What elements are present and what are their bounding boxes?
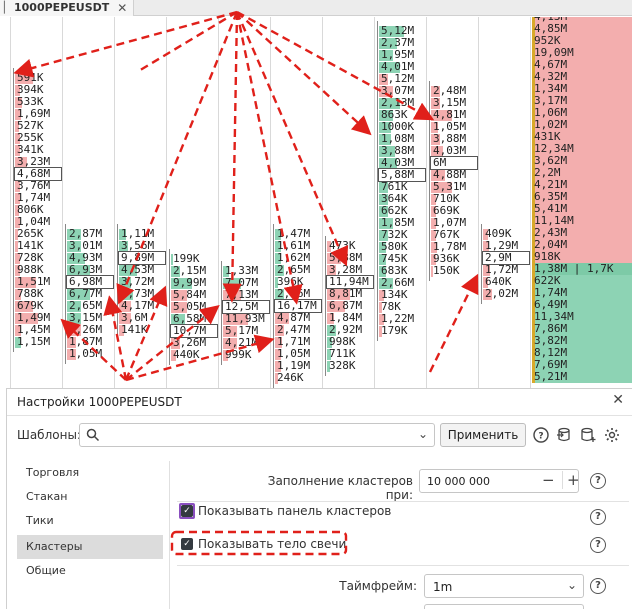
tab-lead-icon: ▏: [4, 1, 13, 14]
show-panel-label: Показывать панель кластеров: [198, 504, 392, 518]
cluster-cell: 1,15M: [15, 336, 61, 348]
column-divider: [530, 17, 531, 388]
settings-sidebar: Торговля Стакан Тики Кластеры Общие: [17, 461, 163, 609]
sidebar-item-orderbook[interactable]: Стакан: [17, 485, 163, 509]
section-divider: [177, 565, 629, 566]
candle-wick: [13, 68, 14, 352]
tab-1000pepeusdt[interactable]: ▏ 1000PEPEUSDT ✕: [0, 0, 135, 16]
cluster-chart[interactable]: 591K 394K 533K 1,69M 527K 255K 341K 3,23M 4,68M 3…: [0, 17, 632, 388]
column-divider: [10, 17, 11, 388]
app-root: ▏ 1000PEPEUSDT ✕ 591K 394K 533K 1,69M 527K 25…: [0, 0, 632, 609]
cluster-cell: 1,05M: [67, 348, 113, 360]
cluster-volume-label: 246K: [277, 371, 304, 384]
load-template-icon[interactable]: [555, 426, 573, 444]
candle-wick: [169, 249, 170, 365]
cluster-volume-label: 328K: [329, 359, 356, 372]
show-candle-body-checkbox[interactable]: ✓: [181, 538, 193, 550]
candle-wick: [221, 261, 222, 365]
dialog-title: Настройки 1000PEPEUSDT: [17, 395, 182, 409]
templates-select[interactable]: ⌄: [79, 423, 435, 447]
column-divider: [270, 17, 271, 388]
candle-wick: [377, 21, 378, 341]
column-divider: [114, 17, 115, 388]
sidebar-item-trading[interactable]: Торговля: [17, 461, 163, 485]
candle-wick: [273, 224, 274, 388]
settings-dialog: Настройки 1000PEPEUSDT ✕ Шаблоны: ⌄ Прим…: [6, 388, 632, 609]
tab-title: 1000PEPEUSDT: [14, 1, 110, 14]
cluster-volume-label: 2,02M: [485, 287, 519, 300]
show-panel-checkbox[interactable]: ✓: [181, 505, 193, 517]
next-select[interactable]: [424, 604, 584, 609]
cluster-cell: 150K: [431, 265, 477, 277]
column-divider: [62, 17, 63, 388]
candle-wick: [429, 81, 430, 281]
cluster-cell: 2,02M: [483, 288, 529, 300]
column-divider: [478, 17, 479, 388]
templates-label: Шаблоны:: [17, 428, 81, 442]
column-divider: [426, 17, 427, 388]
show-body-help-icon[interactable]: ?: [590, 537, 606, 553]
sidebar-divider: [169, 461, 170, 609]
cluster-cell: 999K: [223, 349, 269, 361]
chevron-down-icon: ⌄: [566, 578, 577, 592]
fill-clusters-input[interactable]: 10 000 000 − +: [419, 469, 580, 493]
apply-button[interactable]: Применить: [440, 423, 526, 447]
cluster-cell: 328K: [327, 360, 373, 372]
search-icon: [86, 428, 100, 442]
dialog-close-icon[interactable]: ✕: [612, 392, 624, 408]
fill-help-icon[interactable]: ?: [590, 473, 606, 489]
column-divider: [374, 17, 375, 388]
timeframe-select[interactable]: 1m ⌄: [424, 574, 584, 598]
fill-clusters-label: Заполнение кластеров при:: [267, 474, 413, 502]
cluster-cell: 246K: [275, 372, 321, 384]
column-divider: [322, 17, 323, 388]
cluster-volume-label: 141K: [121, 323, 148, 336]
cluster-volume-label: 440K: [173, 348, 200, 361]
save-template-icon[interactable]: [579, 426, 597, 444]
tab-close-icon[interactable]: ✕: [117, 0, 127, 16]
timeframe-value: 1m: [433, 580, 453, 594]
show-panel-help-icon[interactable]: ?: [590, 509, 606, 525]
cluster-volume-label: 150K: [433, 264, 460, 277]
chevron-down-icon: ⌄: [417, 427, 428, 441]
sidebar-item-ticks[interactable]: Тики: [17, 509, 163, 533]
svg-text:?: ?: [538, 432, 543, 442]
candle-wick: [65, 224, 66, 364]
section-divider: [177, 501, 629, 502]
column-divider: [218, 17, 219, 388]
decrement-button[interactable]: −: [542, 471, 555, 489]
tab-bar: ▏ 1000PEPEUSDT ✕: [0, 0, 632, 16]
sidebar-item-general[interactable]: Общие: [17, 559, 163, 583]
gear-icon[interactable]: [603, 426, 621, 444]
cluster-volume-label: 5,21M: [534, 370, 568, 383]
candle-wick: [117, 224, 118, 340]
increment-button[interactable]: +: [562, 471, 580, 489]
fill-clusters-value: 10 000 000: [427, 475, 490, 488]
help-icon[interactable]: ?: [532, 426, 550, 444]
timeframe-help-icon[interactable]: ?: [590, 578, 606, 594]
cluster-volume-label: 179K: [381, 324, 408, 337]
timeframe-label: Таймфрейм:: [339, 579, 417, 593]
candle-wick: [325, 236, 326, 376]
show-candle-body-label: Показывать тело свечи: [198, 537, 347, 551]
column-divider: [166, 17, 167, 388]
cluster-volume-label: 999K: [225, 348, 252, 361]
candle-wick: [481, 224, 482, 304]
cluster-cell: 141K: [119, 324, 165, 336]
sidebar-item-clusters[interactable]: Кластеры: [17, 535, 163, 559]
cluster-volume-label: 1,05M: [69, 347, 103, 360]
cluster-cell: 440K: [171, 349, 217, 361]
cluster-volume-label: 1,15M: [17, 335, 51, 348]
dialog-header-divider: [7, 415, 632, 416]
cluster-cell: 179K: [379, 325, 425, 337]
